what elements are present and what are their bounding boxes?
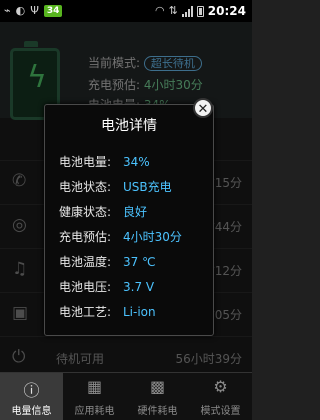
detail-label: 电池温度: [59,255,112,269]
detail-value: 良好 [123,205,148,219]
detail-value: USB充电 [123,180,172,194]
android-debug-icon: ◐ [15,4,26,17]
signal-strength-icon [181,5,193,17]
detail-value: Li-ion [123,305,156,319]
detail-label: 电池电压: [59,280,112,294]
wifi-icon: ◠ [154,4,165,17]
usb-icon: Ψ [30,4,39,17]
detail-value: 34% [123,155,150,169]
tab-label: 电量信息 [11,406,52,417]
battery-status-icon [196,5,204,17]
tab-label: 硬件耗电 [137,406,178,417]
detail-row: 电池电量: 34% [59,153,209,170]
dialog-title: 电池详情 [101,118,157,134]
detail-row: 电池工艺: Li-ion [59,303,209,320]
detail-label: 电池状态: [59,180,112,194]
close-icon[interactable]: ✕ [193,98,213,118]
sd-card-badge: 34 [43,5,63,17]
apps-icon: ▦ [86,377,103,396]
detail-value: 3.7 V [123,280,155,294]
detail-row: 电池温度: 37 ℃ [59,253,209,270]
tab-mode-settings[interactable]: ⚙ 模式设置 [189,373,252,420]
bottom-tab-bar: ⓘ 电量信息 ▦ 应用耗电 ▩ 硬件耗电 ⚙ 模式设置 [0,372,252,420]
detail-label: 电池工艺: [59,305,112,319]
info-icon: ⓘ [23,381,40,400]
chip-icon: ▩ [149,377,166,396]
detail-label: 电池电量: [59,155,112,169]
detail-row: 电池电压: 3.7 V [59,278,209,295]
tab-hardware-usage[interactable]: ▩ 硬件耗电 [126,373,189,420]
detail-row: 电池状态: USB充电 [59,178,209,195]
detail-row: 健康状态: 良好 [59,203,209,220]
detail-row: 充电预估: 4小时30分 [59,228,209,245]
detail-value: 4小时30分 [123,230,182,244]
tab-battery-info[interactable]: ⓘ 电量信息 [0,373,63,420]
status-bar: ⌁ ◐ Ψ 34 ◠ ⇅ 20:24 [0,0,252,22]
battery-details-dialog: 电池详情 电池电量: 34% 电池状态: USB充电 健康状态: 良好 充电预估: 4小… [44,104,214,336]
tab-app-usage[interactable]: ▦ 应用耗电 [63,373,126,420]
tab-label: 模式设置 [200,406,241,417]
gear-icon: ⚙ [213,377,228,396]
tab-label: 应用耗电 [74,406,115,417]
clock: 20:24 [207,4,246,18]
data-transfer-icon: ⇅ [168,4,178,17]
detail-label: 健康状态: [59,205,112,219]
usb-notification-icon: ⌁ [4,4,11,17]
detail-label: 充电预估: [59,230,112,244]
detail-value: 37 ℃ [123,255,156,269]
